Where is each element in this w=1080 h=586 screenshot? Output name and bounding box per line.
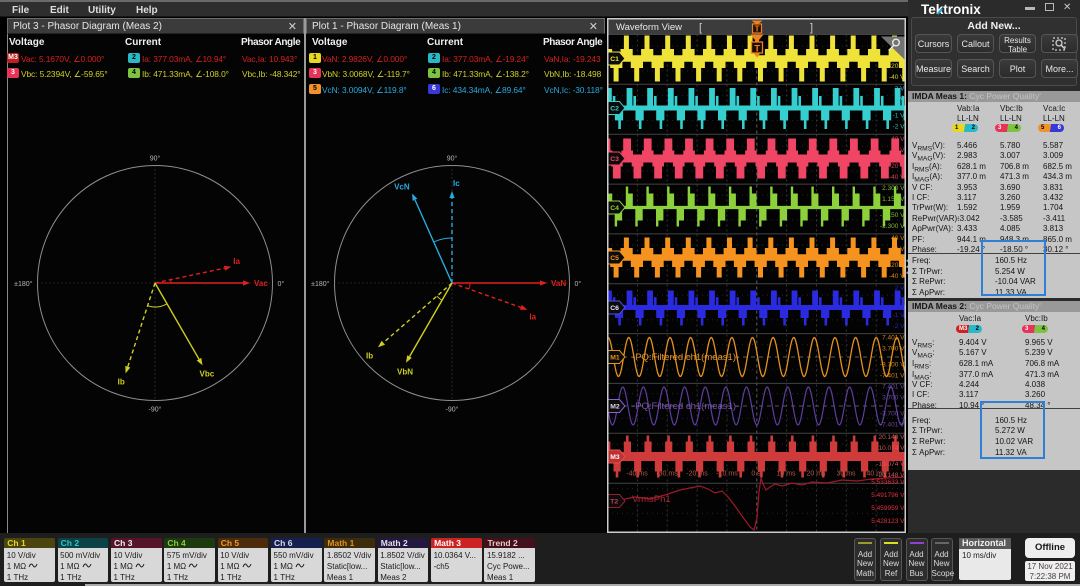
svg-text:Vbc: Vbc xyxy=(200,369,215,378)
svg-text:Waveform View: Waveform View xyxy=(616,22,682,33)
svg-text:M3: M3 xyxy=(610,454,620,461)
svg-text:-30 ms: -30 ms xyxy=(656,471,678,478)
svg-text:-10 ms: -10 ms xyxy=(716,471,738,478)
svg-text:Vac: Vac xyxy=(254,279,268,288)
svg-text:Ib: Ib xyxy=(366,351,373,360)
svg-text:0 s: 0 s xyxy=(751,471,761,478)
svg-text:Ia: Ia xyxy=(529,313,536,322)
svg-text:C4: C4 xyxy=(610,205,619,212)
svg-text:C5: C5 xyxy=(610,255,619,262)
svg-text:30 ms: 30 ms xyxy=(836,471,856,478)
svg-text:C3: C3 xyxy=(610,156,619,163)
svg-text:T: T xyxy=(755,25,760,34)
svg-text:VrmsPh1: VrmsPh1 xyxy=(632,494,671,505)
svg-text:90°: 90° xyxy=(447,155,458,163)
svg-text:]: ] xyxy=(810,22,813,34)
svg-text:VbN: VbN xyxy=(397,368,413,377)
svg-text:-20 V: -20 V xyxy=(889,163,905,170)
svg-text:3.700 V: 3.700 V xyxy=(882,346,905,353)
svg-text:T2: T2 xyxy=(610,499,618,506)
svg-text:0°: 0° xyxy=(575,280,582,288)
svg-text:M1: M1 xyxy=(610,355,620,362)
svg-text:1 V: 1 V xyxy=(895,296,905,303)
svg-text:20 ms: 20 ms xyxy=(806,471,826,478)
svg-text:±180°: ±180° xyxy=(14,280,33,288)
svg-text:0°: 0° xyxy=(278,280,285,288)
svg-text:-1 V: -1 V xyxy=(893,312,906,319)
svg-text:-2 V: -2 V xyxy=(893,323,906,330)
svg-text:2 V: 2 V xyxy=(895,285,905,292)
svg-text:-PQ:Filtered ch1(meas1)-: -PQ:Filtered ch1(meas1)- xyxy=(632,401,739,412)
svg-text:T: T xyxy=(754,44,760,55)
svg-text:-1.150 V: -1.150 V xyxy=(880,212,905,219)
svg-text:-20 V: -20 V xyxy=(889,262,905,269)
svg-text:-2.300 V: -2.300 V xyxy=(880,223,905,230)
svg-text:2 V: 2 V xyxy=(895,86,905,93)
svg-text:90°: 90° xyxy=(150,155,161,163)
svg-text:2.300 V: 2.300 V xyxy=(882,185,905,192)
svg-text:5.491796 V: 5.491796 V xyxy=(871,492,905,499)
svg-text:-20 ms: -20 ms xyxy=(686,471,708,478)
svg-text:7.401 V: 7.401 V xyxy=(882,384,905,391)
svg-text:-20 V: -20 V xyxy=(889,63,905,70)
svg-text:Ib: Ib xyxy=(118,377,125,386)
svg-text:5.428123 V: 5.428123 V xyxy=(871,518,905,525)
svg-text:Ic: Ic xyxy=(453,179,460,188)
svg-text:7.401 V: 7.401 V xyxy=(882,335,905,342)
svg-text:40 V: 40 V xyxy=(891,136,905,143)
svg-text:Ia: Ia xyxy=(233,257,240,266)
svg-text:5.533633 V: 5.533633 V xyxy=(871,479,905,486)
svg-text:10.074 V: 10.074 V xyxy=(878,445,905,452)
svg-text:[: [ xyxy=(699,22,702,34)
svg-text:1.150 V: 1.150 V xyxy=(882,196,905,203)
svg-text:10 ms: 10 ms xyxy=(776,471,796,478)
svg-text:C1: C1 xyxy=(610,56,619,63)
svg-text:±180°: ±180° xyxy=(311,280,330,288)
svg-text:5.459959 V: 5.459959 V xyxy=(871,505,905,512)
svg-text:1 V: 1 V xyxy=(895,97,905,104)
svg-text:VcN: VcN xyxy=(394,183,410,192)
svg-text:-2 V: -2 V xyxy=(893,124,906,131)
svg-text:-90°: -90° xyxy=(149,406,162,414)
svg-text:20.148 V: 20.148 V xyxy=(878,434,905,441)
svg-text:VaN: VaN xyxy=(551,279,566,288)
svg-text:-40 V: -40 V xyxy=(889,74,905,81)
svg-text:-40 V: -40 V xyxy=(889,273,905,280)
svg-text:-1 V: -1 V xyxy=(893,113,906,120)
svg-text:-7.401 V: -7.401 V xyxy=(880,373,905,380)
svg-text:C2: C2 xyxy=(610,106,619,113)
svg-text:-10.074 V: -10.074 V xyxy=(876,461,905,468)
svg-text:M2: M2 xyxy=(610,404,620,411)
svg-text:C6: C6 xyxy=(610,305,619,312)
svg-text:3.700 V: 3.700 V xyxy=(882,395,905,402)
svg-text:-40 V: -40 V xyxy=(889,174,905,181)
svg-text:-90°: -90° xyxy=(446,406,459,414)
svg-text:-40 ms: -40 ms xyxy=(626,471,648,478)
svg-text:-3.700 V: -3.700 V xyxy=(880,362,905,369)
svg-text:-PQ:Filtered ch1(meas1)-: -PQ:Filtered ch1(meas1)- xyxy=(632,352,739,363)
svg-text:20 V: 20 V xyxy=(891,147,905,154)
svg-text:20 V: 20 V xyxy=(891,246,905,253)
svg-text:-3.700 V: -3.700 V xyxy=(880,411,905,418)
svg-text:40 V: 40 V xyxy=(891,235,905,242)
svg-text:-7.401 V: -7.401 V xyxy=(880,422,905,429)
svg-text:40 ms: 40 ms xyxy=(866,471,886,478)
